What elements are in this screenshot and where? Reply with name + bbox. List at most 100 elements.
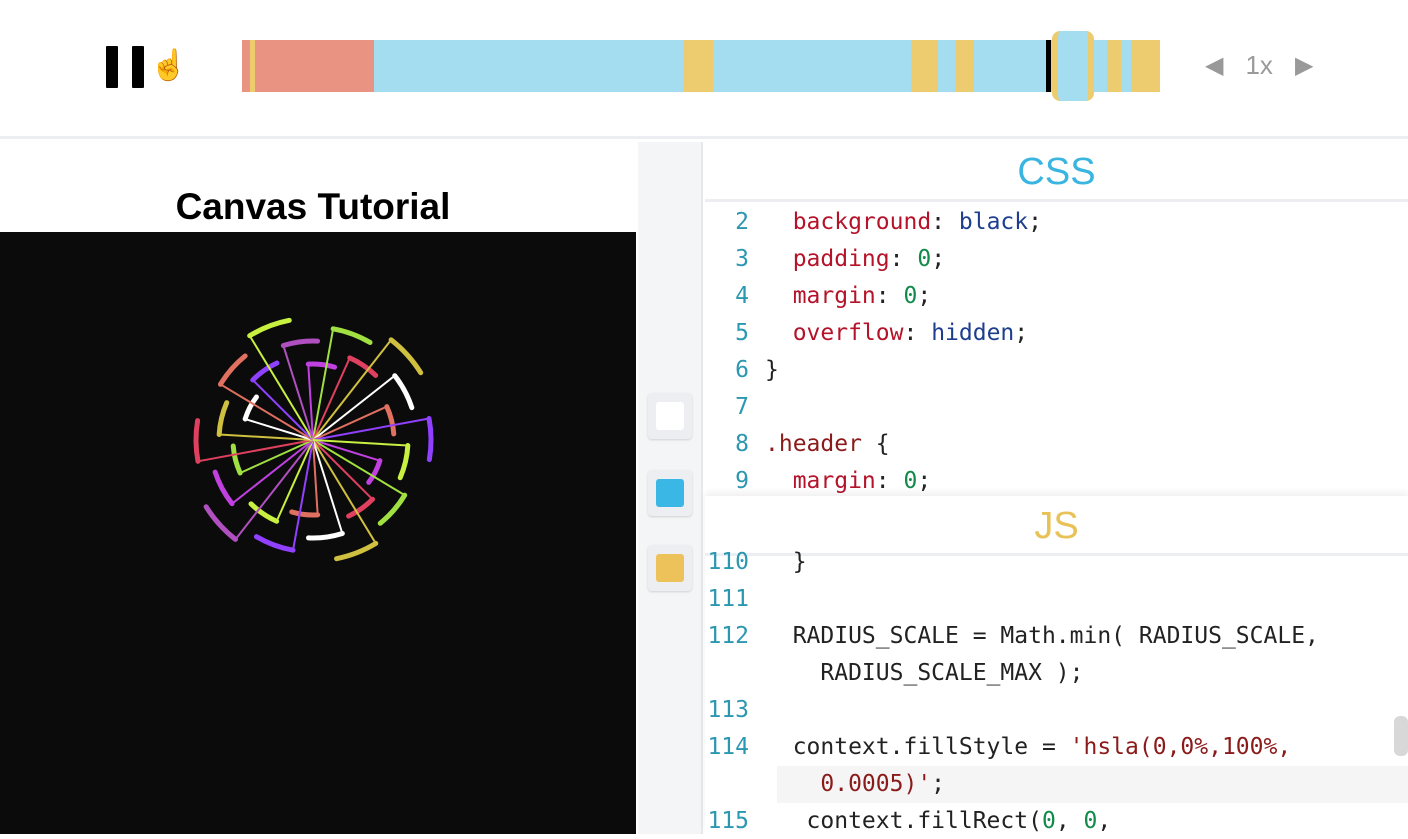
line-number: 3 — [735, 246, 749, 272]
code-line: 110 } — [705, 544, 1408, 581]
scrollbar[interactable] — [1394, 716, 1408, 756]
line-number: 110 — [707, 549, 749, 575]
timeline-segment-js[interactable] — [684, 40, 713, 92]
code-line: 7 — [705, 389, 1408, 426]
code-token: margin — [765, 468, 876, 494]
html-editor-button[interactable] — [648, 393, 692, 439]
code-token: margin — [765, 283, 876, 309]
code-token: RADIUS_SCALE_MAX ); — [765, 660, 1084, 686]
timeline-segment-css[interactable] — [973, 40, 1022, 92]
slower-button[interactable]: ◀ — [1205, 51, 1223, 80]
swatch-js — [656, 554, 684, 582]
js-panel: JS 110 } 111 112 RADIUS_SCALE = Math.min( … — [705, 496, 1408, 834]
code-token: : — [931, 209, 959, 235]
art-arc — [253, 534, 296, 553]
code-token: : — [903, 320, 932, 346]
code-token: ; — [931, 771, 946, 797]
code-token: 0.0005)' — [765, 771, 932, 797]
art-arc — [216, 400, 230, 438]
playhead[interactable] — [1046, 40, 1051, 92]
art-arc — [305, 361, 338, 370]
art-ray — [312, 417, 430, 441]
code-token: : — [875, 468, 904, 494]
playback-bar: ☝ ◀ 1x ▶ — [0, 0, 1408, 139]
code-token: context.fillRect( — [765, 808, 1042, 834]
art-arc — [193, 418, 201, 464]
timeline-segment-html[interactable] — [242, 40, 250, 92]
code-token: , — [1055, 808, 1084, 834]
code-line: 0.0005)'; — [777, 766, 1408, 803]
code-token: black — [958, 209, 1029, 235]
line-number: 112 — [707, 623, 749, 649]
css-editor-button[interactable] — [648, 470, 692, 516]
code-token: padding — [765, 246, 890, 272]
editor-switcher — [638, 142, 703, 834]
art-arc — [280, 338, 321, 349]
code-line: 2 background: black; — [705, 204, 1408, 241]
code-token: { — [861, 431, 890, 457]
code-token: : — [889, 246, 918, 272]
code-token: context.fillStyle = — [765, 734, 1070, 760]
code-line: 3 padding: 0; — [705, 241, 1408, 278]
timeline-scrubber[interactable] — [242, 31, 1160, 101]
art-arc — [289, 509, 321, 518]
timeline-segment-js[interactable] — [955, 40, 974, 92]
art-ray — [197, 439, 314, 463]
swatch-css — [656, 479, 684, 507]
line-number: 111 — [707, 586, 749, 612]
art-arc — [334, 540, 379, 562]
code-token: ; — [1028, 209, 1042, 235]
code-token: : — [875, 283, 904, 309]
code-token: background — [765, 209, 932, 235]
code-line: 113 — [705, 692, 1408, 729]
art-arc — [330, 326, 373, 345]
line-number: 6 — [735, 357, 749, 383]
line-number: 113 — [707, 697, 749, 723]
art-arc — [392, 373, 415, 411]
code-token: 0 — [1041, 808, 1056, 834]
art-arc — [426, 415, 434, 463]
page-title: Canvas Tutorial — [175, 186, 451, 227]
code-token: ; — [917, 468, 932, 494]
timeline-segment-css[interactable] — [374, 40, 685, 92]
pause-icon — [106, 46, 118, 88]
code-token: 0 — [903, 468, 918, 494]
css-panel-title: CSS — [705, 142, 1408, 202]
art-ray — [312, 339, 392, 441]
art-ray — [292, 439, 314, 551]
pause-icon-bar — [132, 46, 144, 88]
code-token: .header — [765, 431, 862, 457]
faster-button[interactable]: ▶ — [1295, 51, 1313, 80]
timeline-handle[interactable] — [1052, 31, 1094, 101]
code-line: 4 margin: 0; — [705, 278, 1408, 315]
code-line: RADIUS_SCALE_MAX ); — [705, 655, 1408, 692]
art-arc — [388, 337, 424, 376]
js-editor-button[interactable] — [648, 545, 692, 591]
timeline-segment-css[interactable] — [1120, 40, 1131, 92]
timeline-segment-js[interactable] — [1130, 40, 1160, 92]
code-line: 114 context.fillStyle = 'hsla(0,0%,100%, — [705, 729, 1408, 766]
code-token: ; — [917, 283, 932, 309]
art-arc — [306, 531, 345, 541]
art-arc — [346, 496, 376, 519]
art-ray — [234, 439, 314, 540]
code-token: 0 — [903, 283, 918, 309]
pause-button[interactable] — [106, 46, 146, 88]
timeline-segment-js[interactable] — [911, 40, 939, 92]
timeline-segment-css[interactable] — [712, 40, 912, 92]
hand-pointer-icon: ☝ — [150, 49, 188, 82]
preview-pane: Canvas Tutorial — [0, 142, 636, 834]
code-token: hidden — [931, 320, 1015, 346]
art-arc — [384, 404, 397, 437]
art-arc — [248, 501, 280, 524]
timeline-segment-css[interactable] — [938, 40, 956, 92]
art-arc — [347, 355, 379, 378]
line-number: 7 — [735, 394, 749, 420]
art-arc — [397, 443, 411, 481]
line-number: 2 — [735, 209, 749, 235]
timeline-segment-html[interactable] — [255, 40, 375, 92]
timeline-segment-js[interactable] — [1106, 40, 1121, 92]
art-arc — [212, 469, 235, 507]
swatch-html — [656, 402, 684, 430]
canvas-output — [0, 232, 636, 834]
